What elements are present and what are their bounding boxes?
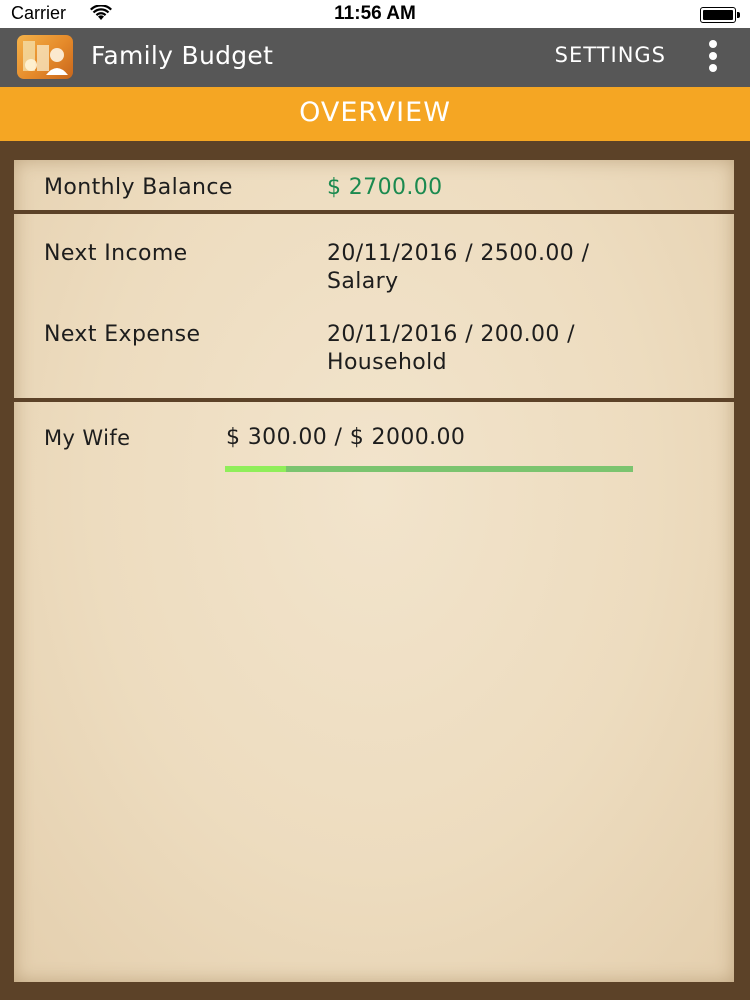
next-expense-label: Next Expense — [44, 322, 201, 347]
next-expense-value-line1: 20/11/2016 / 200.00 / — [327, 322, 575, 347]
next-income-value-line2: Salary — [327, 269, 399, 294]
budget-progress-fill — [225, 466, 287, 472]
monthly-balance-value: $ 2700.00 — [327, 175, 443, 200]
app-title: Family Budget — [91, 41, 274, 70]
app-logo — [17, 35, 73, 79]
tab-overview[interactable]: OVERVIEW — [299, 97, 451, 128]
next-expense-value-line2: Household — [327, 350, 448, 375]
monthly-balance-label: Monthly Balance — [44, 175, 233, 200]
budget-name: My Wife — [44, 426, 131, 450]
next-income-label: Next Income — [44, 241, 188, 266]
tab-bar: OVERVIEW — [0, 87, 750, 141]
status-bar: Carrier 11:56 AM — [0, 0, 750, 28]
divider — [0, 210, 750, 214]
budget-progress-bar — [225, 466, 633, 472]
budget-amount: $ 300.00 / $ 2000.00 — [226, 425, 466, 450]
status-time: 11:56 AM — [334, 3, 416, 24]
next-income-value-line1: 20/11/2016 / 2500.00 / — [327, 241, 590, 266]
divider — [0, 398, 750, 402]
app-bar: Family Budget SETTINGS — [0, 28, 750, 87]
more-vert-icon[interactable] — [706, 40, 720, 74]
battery-icon — [700, 7, 740, 23]
settings-button[interactable]: SETTINGS — [555, 43, 666, 67]
